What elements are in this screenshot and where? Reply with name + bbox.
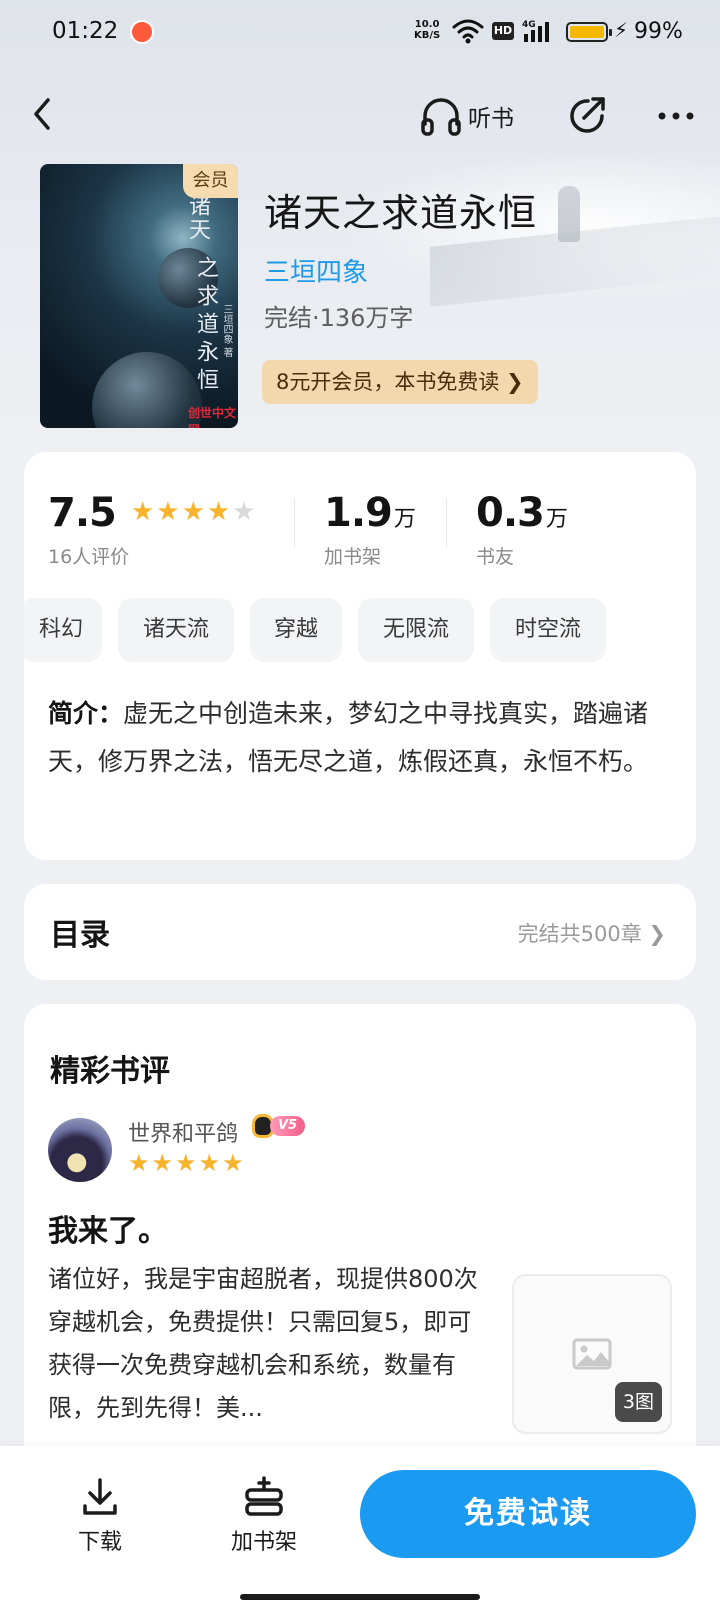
vip-level: V5 [270, 1116, 306, 1136]
battery-icon [566, 22, 612, 42]
star-icon: ★ [198, 1149, 221, 1177]
rating-count: 16人评价 [48, 546, 130, 568]
cover-subtitle: 之求道永恒 [193, 256, 218, 396]
divider [294, 498, 295, 548]
network-speed: 10.0 KB/S [414, 19, 440, 41]
tag-chip[interactable]: 穿越 [250, 598, 342, 662]
star-empty-icon: ★ [232, 497, 256, 527]
book-author-link[interactable]: 三垣四象 [264, 252, 368, 289]
listen-button[interactable]: 听书 [420, 96, 514, 136]
status-bar: 01:22 10.0 KB/S HD 4G ⚡ 99% [0, 0, 720, 64]
review-stars: ★ ★ ★ ★ ★ [128, 1150, 246, 1176]
toc-title: 目录 [50, 918, 110, 953]
add-to-shelf-button[interactable]: 加书架 [214, 1476, 314, 1556]
network-speed-unit: KB/S [414, 30, 441, 41]
book-cover[interactable]: 诸天 之求道永恒 三垣四象 著 创世中文网 [40, 164, 238, 428]
download-icon [83, 1478, 117, 1515]
book-title: 诸天之求道永恒 [264, 191, 538, 235]
status-time: 01:22 [52, 18, 119, 44]
download-label: 下载 [77, 1530, 122, 1555]
bookshelf-unit: 万 [393, 507, 416, 532]
rating-score: 7.5 [48, 490, 117, 536]
star-icon: ★ [130, 497, 155, 527]
star-icon: ★ [181, 497, 205, 527]
tag-list[interactable]: 科幻 诸天流 穿越 无限流 时空流 [24, 598, 696, 662]
add-shelf-label: 加书架 [230, 1530, 297, 1555]
charging-icon: ⚡ [614, 18, 629, 42]
tag-chip[interactable]: 科幻 [24, 598, 102, 662]
rating-stat[interactable]: 7.5 ★ ★ ★ ★ ★ 16人评价 [48, 490, 258, 569]
intro-label: 简介： [48, 699, 124, 728]
vip-badge: 会员 [183, 164, 238, 198]
add-shelf-icon [245, 1476, 283, 1516]
svg-text:4G: 4G [522, 20, 536, 30]
network-speed-value: 10.0 [414, 19, 440, 30]
tag-chip[interactable]: 诸天流 [118, 598, 234, 662]
tag-chip[interactable]: 时空流 [490, 598, 606, 662]
fans-label: 书友 [476, 546, 515, 568]
notification-app-icon [130, 20, 154, 44]
bookshelf-count: 1.9 [324, 490, 393, 536]
book-intro[interactable]: 简介：虚无之中创造未来，梦幻之中寻找真实，踏遍诸天，修万界之法，悟无尽之道，炼假… [48, 690, 678, 786]
toc-chapter-status: 完结共500章 ❯ [517, 922, 666, 946]
bookshelf-label: 加书架 [324, 546, 382, 568]
reviews-heading: 精彩书评 [50, 1054, 170, 1089]
cover-title: 诸天 [185, 194, 210, 242]
book-meta: 完结·136万字 [264, 304, 414, 332]
battery-percent: 99% [634, 19, 683, 44]
star-icon: ★ [222, 1149, 244, 1177]
avatar[interactable] [48, 1118, 112, 1182]
fans-count: 0.3 [476, 490, 545, 536]
bookshelf-stat: 1.9万 加书架 [324, 490, 416, 569]
review-title[interactable]: 我来了。 [48, 1206, 168, 1250]
review-image-thumbnail[interactable]: 3图 [512, 1274, 672, 1434]
cover-author: 三垣四象 著 [221, 304, 232, 358]
image-count-badge: 3图 [614, 1382, 662, 1422]
home-indicator[interactable] [240, 1594, 480, 1600]
fans-unit: 万 [545, 507, 568, 532]
image-placeholder-icon [572, 1338, 612, 1370]
wifi-icon [452, 19, 484, 44]
review-username[interactable]: 世界和平鸽 [128, 1116, 238, 1148]
download-button[interactable]: 下载 [50, 1476, 150, 1556]
star-icon: ★ [156, 497, 180, 527]
divider [446, 498, 447, 548]
vip-promo-button[interactable]: 8元开会员，本书免费读 ❯ [262, 360, 538, 404]
rating-stars: ★ ★ ★ ★ ★ [131, 499, 258, 525]
intro-text: 虚无之中创造未来，梦幻之中寻找真实，踏遍诸天，修万界之法，悟无尽之道，炼假还真，… [48, 699, 649, 776]
share-icon[interactable] [566, 94, 610, 138]
bottom-action-bar: 下载 加书架 免费试读 [0, 1446, 720, 1612]
book-info-card: 7.5 ★ ★ ★ ★ ★ 16人评价 1.9万 加书架 0.3万 书友 科幻 … [24, 452, 696, 860]
star-icon: ★ [175, 1149, 197, 1177]
vip-level-badge: V5 [252, 1114, 306, 1138]
cellular-signal-icon: 4G [522, 20, 549, 42]
tag-chip[interactable]: 无限流 [358, 598, 474, 662]
table-of-contents-row[interactable]: 目录 完结共500章 ❯ [24, 884, 696, 980]
more-icon[interactable] [656, 104, 696, 128]
cover-publisher-logo: 创世中文网 [188, 406, 237, 428]
star-icon: ★ [151, 1149, 174, 1177]
headphones-icon [421, 98, 461, 136]
star-icon: ★ [206, 497, 231, 527]
free-read-button[interactable]: 免费试读 [360, 1470, 696, 1558]
review-body[interactable]: 诸位好，我是宇宙超脱者，现提供800次穿越机会，免费提供！只需回复5，即可获得一… [48, 1258, 478, 1430]
star-icon: ★ [128, 1149, 150, 1177]
back-icon[interactable] [28, 94, 56, 134]
fans-stat[interactable]: 0.3万 书友 [476, 490, 568, 569]
hd-icon: HD [492, 22, 514, 40]
listen-label: 听书 [468, 106, 514, 132]
